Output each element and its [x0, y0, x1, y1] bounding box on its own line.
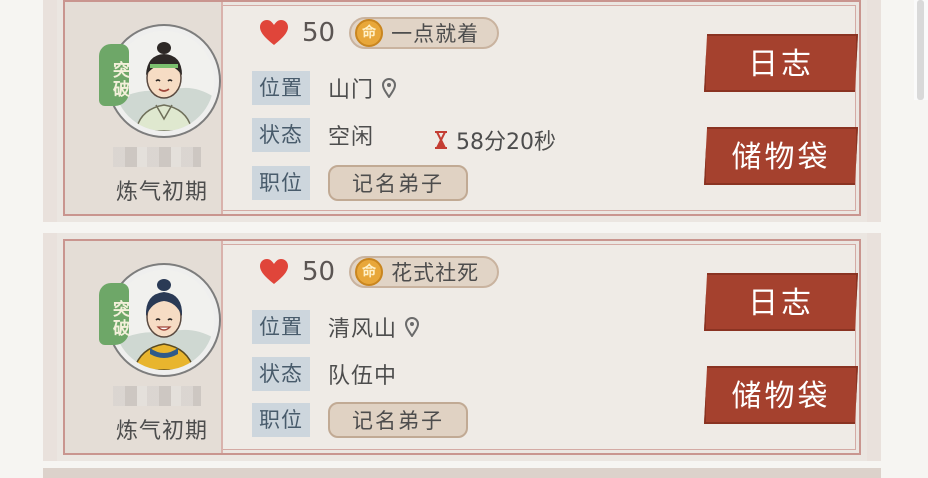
location-pin-icon: [405, 317, 420, 337]
disciple-name-obscured: [113, 386, 201, 406]
location-tag: 位置: [252, 71, 310, 105]
storage-bag-button[interactable]: 储物袋: [704, 366, 858, 424]
status-row: 状态 队伍中: [252, 357, 397, 391]
cultivation-realm: 炼气初期: [115, 180, 208, 205]
hp-value: 50: [302, 18, 336, 48]
position-tag: 职位: [252, 403, 310, 437]
position-title: 记名弟子: [328, 165, 468, 201]
location-row: 位置 清风山: [252, 310, 420, 344]
position-row: 职位 记名弟子: [252, 402, 468, 438]
cultivation-realm: 炼气初期: [115, 419, 208, 444]
status-value: 队伍中: [328, 364, 398, 389]
fate-coin-icon: 命: [355, 19, 384, 47]
storage-bag-button[interactable]: 储物袋: [704, 127, 858, 185]
next-card-edge: [43, 468, 881, 478]
status-tag: 状态: [252, 118, 310, 152]
hp-value: 50: [302, 257, 336, 287]
scrollbar[interactable]: [914, 0, 928, 100]
position-row: 职位 记名弟子: [252, 165, 468, 201]
location-value: 山门: [328, 78, 375, 103]
disciple-name-obscured: [113, 147, 201, 167]
status-value: 空闲: [328, 125, 375, 150]
fate-coin-icon: 命: [355, 258, 384, 286]
location-tag: 位置: [252, 310, 310, 344]
disciple-card: 突破 炼气初期 50 命 花式社死 位置 清风山 状态 队伍中 职位 记名弟子 …: [43, 233, 881, 461]
timer-value: 58分20秒: [456, 130, 556, 155]
fate-trait-pill[interactable]: 命 一点就着: [349, 17, 500, 49]
fate-trait-pill[interactable]: 命 花式社死: [349, 256, 500, 288]
status-row: 状态 空闲: [252, 118, 374, 152]
breakthrough-badge[interactable]: 突破: [99, 44, 129, 106]
log-button[interactable]: 日志: [704, 34, 858, 92]
male-disciple-portrait-icon: [114, 31, 214, 131]
location-row: 位置 山门: [252, 71, 397, 105]
breakthrough-badge[interactable]: 突破: [99, 283, 129, 345]
scrollbar-thumb[interactable]: [917, 0, 924, 100]
status-tag: 状态: [252, 357, 310, 391]
fate-trait-label: 一点就着: [391, 22, 480, 46]
portrait-panel: 突破 炼气初期: [65, 2, 223, 214]
position-tag: 职位: [252, 166, 310, 200]
log-button[interactable]: 日志: [704, 273, 858, 331]
cooldown-timer: 58分20秒: [434, 124, 556, 156]
hourglass-icon: [435, 131, 447, 149]
portrait-panel: 突破 炼气初期: [65, 241, 223, 453]
disciple-card: 突破 炼气初期 50 命 一点就着 位置 山门 状态 空闲 58分20秒 职位: [43, 0, 881, 222]
heart-icon: [260, 20, 288, 45]
fate-trait-label: 花式社死: [391, 261, 480, 285]
hp-row: 50 命 一点就着: [260, 16, 500, 50]
position-title: 记名弟子: [328, 402, 468, 438]
heart-icon: [260, 259, 288, 284]
location-value: 清风山: [328, 317, 398, 342]
hp-row: 50 命 花式社死: [260, 255, 500, 289]
male-disciple-portrait-icon: [114, 270, 214, 370]
location-pin-icon: [382, 78, 397, 98]
